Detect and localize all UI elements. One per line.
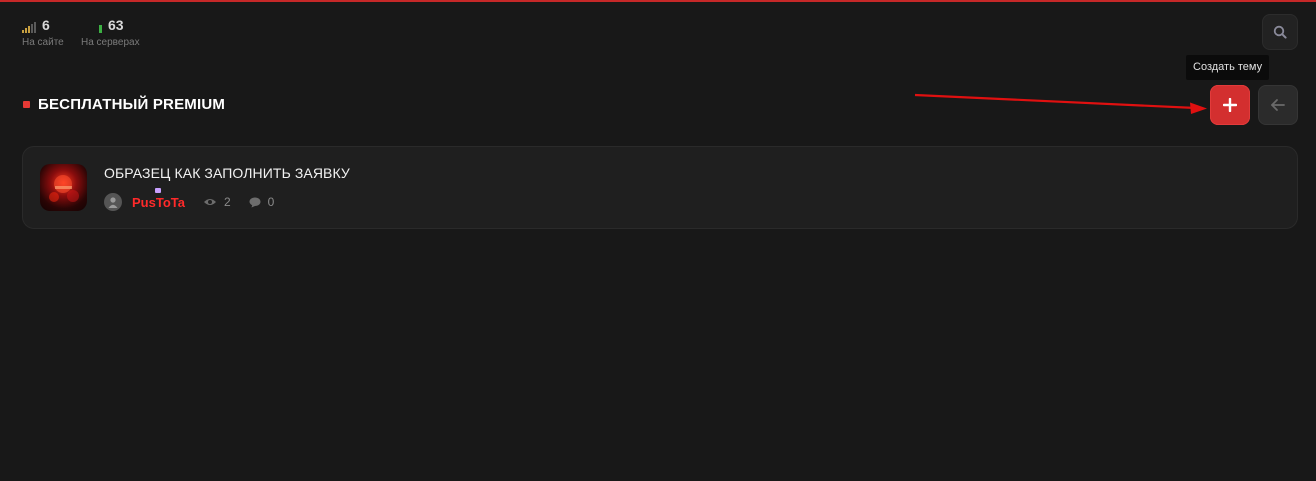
replies-count: 0 bbox=[267, 195, 275, 209]
thread-avatar[interactable] bbox=[40, 164, 87, 211]
thread-author[interactable]: PusToTa bbox=[132, 187, 185, 210]
user-avatar[interactable] bbox=[104, 193, 122, 211]
replies-icon bbox=[249, 197, 261, 208]
thread-meta: PusToTa 2 0 bbox=[104, 187, 275, 212]
thread-card[interactable]: ОБРАЗЕЦ КАК ЗАПОЛНИТЬ ЗАЯВКУ PusToTa 2 0 bbox=[22, 146, 1298, 229]
views-count: 2 bbox=[223, 195, 231, 209]
thread-avatar-art-icon bbox=[49, 175, 79, 202]
back-button[interactable] bbox=[1258, 85, 1298, 125]
arrow-left-icon bbox=[1271, 99, 1285, 111]
views-icon bbox=[203, 197, 217, 207]
thread-author-name: PusToTa bbox=[132, 194, 185, 210]
annotation-arrow-icon bbox=[914, 93, 1207, 114]
thread-title[interactable]: ОБРАЗЕЦ КАК ЗАПОЛНИТЬ ЗАЯВКУ bbox=[104, 165, 350, 181]
page: 6 На сайте 63 На серверах Создать тему Б… bbox=[0, 0, 1316, 481]
plus-icon bbox=[1223, 98, 1237, 112]
user-icon bbox=[108, 197, 118, 208]
create-topic-button[interactable] bbox=[1210, 85, 1250, 125]
author-badge-icon bbox=[155, 187, 161, 193]
